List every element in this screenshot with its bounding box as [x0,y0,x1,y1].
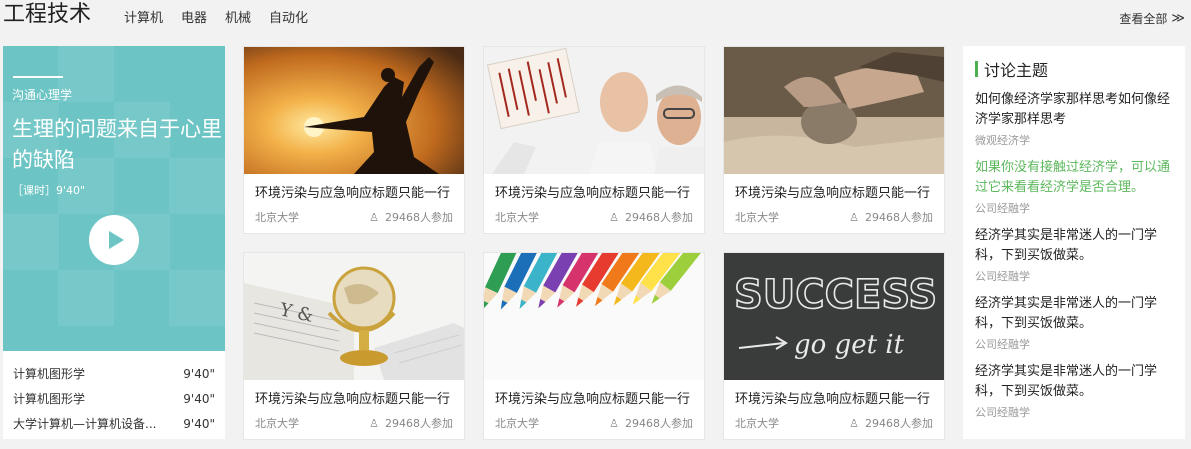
course-participants: 29468人参加 [625,211,693,224]
lesson-item[interactable]: 计算机图形学 9'40" [13,386,215,411]
featured-banner[interactable]: 沟通心理学 生理的问题来自于心里的缺陷 ［课时］9'40" [3,46,225,351]
topic-text: 如果你没有接触过经济学，可以通过它来看看经济学是否合理。 [975,160,1171,195]
lesson-item[interactable]: 计算机图形学 9'40" [13,361,215,386]
topic-tag: 微观经济学 [975,134,1030,147]
topic-tag: 公司经融学 [975,270,1030,283]
course-participants: 29468人参加 [625,417,693,430]
category-nav: 计算机 电器 机械 自动化 [124,10,308,28]
discussion-topic[interactable]: 如何像经济学家那样思考如何像经济学家那样思考 微观经济学 [975,90,1173,148]
course-school: 北京大学 [255,211,299,224]
lesson-item[interactable]: 大学计算机—计算机设备... 9'40" [13,411,215,436]
course-title: 环境污染与应急响应标题只能一行 [735,392,931,407]
course-title: 环境污染与应急响应标题只能一行 [255,186,451,201]
lesson-time: 9'40" [183,416,215,431]
user-icon: ♙ [849,210,859,224]
svg-text:go get it: go get it [794,330,905,360]
featured-course: 沟通心理学 生理的问题来自于心里的缺陷 ［课时］9'40" 计算机图形学 9'4… [3,46,225,439]
discussion-header: 讨论主题 [975,58,1173,80]
discussion-title: 讨论主题 [984,61,1049,80]
lesson-list: 计算机图形学 9'40" 计算机图形学 9'40" 大学计算机—计算机设备...… [3,351,225,436]
topic-text: 经济学其实是非常迷人的一门学科，下到买饭做菜。 [975,228,1158,263]
view-all-link[interactable]: 查看全部 ≫ [1119,10,1185,28]
featured-headline: 生理的问题来自于心里的缺陷 [12,117,222,172]
user-icon: ♙ [369,210,379,224]
discussion-panel: 讨论主题 如何像经济学家那样思考如何像经济学家那样思考 微观经济学 如果你没有接… [963,46,1185,439]
featured-category: 沟通心理学 [12,88,73,102]
user-icon: ♙ [849,416,859,430]
course-title: 环境污染与应急响应标题只能一行 [735,186,931,201]
course-thumbnail-globe: Y & [244,253,464,380]
user-icon: ♙ [609,210,619,224]
discussion-topic[interactable]: 经济学其实是非常迷人的一门学科，下到买饭做菜。 公司经融学 [975,294,1173,352]
course-title: 环境污染与应急响应标题只能一行 [495,186,691,201]
course-thumbnail-clay [724,47,944,174]
discussion-topic[interactable]: 经济学其实是非常迷人的一门学科，下到买饭做菜。 公司经融学 [975,362,1173,420]
course-card[interactable]: 环境污染与应急响应标题只能一行 北京大学 ♙ 29468人参加 [243,46,465,234]
topic-tag: 公司经融学 [975,406,1030,419]
course-participants: 29468人参加 [865,211,933,224]
course-participants: 29468人参加 [385,211,453,224]
nav-item-electrical[interactable]: 电器 [181,10,207,28]
discussion-topic[interactable]: 如果你没有接触过经济学，可以通过它来看看经济学是否合理。 公司经融学 [975,158,1173,216]
course-title: 环境污染与应急响应标题只能一行 [255,392,451,407]
nav-item-mechanical[interactable]: 机械 [225,10,251,28]
view-all-label: 查看全部 [1119,12,1168,26]
featured-duration: ［课时］9'40" [12,184,86,197]
course-participants: 29468人参加 [385,417,453,430]
course-school: 北京大学 [735,417,779,430]
course-card[interactable]: 环境污染与应急响应标题只能一行 北京大学 ♙ 29468人参加 [483,252,705,440]
lesson-name: 计算机图形学 [13,392,86,406]
lesson-name: 大学计算机—计算机设备... [13,417,157,431]
user-icon: ♙ [609,416,619,430]
course-card[interactable]: 环境污染与应急响应标题只能一行 北京大学 ♙ 29468人参加 [483,46,705,234]
lesson-time: 9'40" [183,391,215,406]
nav-item-automation[interactable]: 自动化 [269,10,308,28]
course-thumbnail-pencils [484,253,704,380]
topic-text: 经济学其实是非常迷人的一门学科，下到买饭做菜。 [975,296,1158,331]
nav-item-computer[interactable]: 计算机 [124,10,163,28]
topic-text: 经济学其实是非常迷人的一门学科，下到买饭做菜。 [975,364,1158,399]
topic-tag: 公司经融学 [975,202,1030,215]
user-icon: ♙ [369,416,379,430]
play-icon[interactable] [89,215,139,265]
accent-bar [975,61,978,77]
section-header: 工程技术 计算机 电器 机械 自动化 查看全部 ≫ [0,0,1191,38]
lesson-name: 计算机图形学 [13,367,86,381]
course-card[interactable]: 环境污染与应急响应标题只能一行 北京大学 ♙ 29468人参加 [723,46,945,234]
course-card[interactable]: SUCCESS go get it 环境污染与应急响应标题只能一行 北京大学 ♙… [723,252,945,440]
course-title: 环境污染与应急响应标题只能一行 [495,392,691,407]
course-participants: 29468人参加 [865,417,933,430]
course-school: 北京大学 [255,417,299,430]
topic-tag: 公司经融学 [975,338,1030,351]
section-title: 工程技术 [3,2,92,27]
lesson-time: 9'40" [183,366,215,381]
course-thumbnail-sunset [244,47,464,174]
category-divider [13,76,63,78]
topic-text: 如何像经济学家那样思考如何像经济学家那样思考 [975,92,1171,127]
course-school: 北京大学 [735,211,779,224]
double-chevron-right-icon: ≫ [1171,11,1185,26]
course-thumbnail-chalkboard: SUCCESS go get it [724,253,944,380]
course-school: 北京大学 [495,211,539,224]
svg-text:SUCCESS: SUCCESS [734,272,937,318]
course-school: 北京大学 [495,417,539,430]
course-card[interactable]: Y & 环境污染与应急响应标题只能一行 北京大学 ♙ 29468人参加 [243,252,465,440]
discussion-topic[interactable]: 经济学其实是非常迷人的一门学科，下到买饭做菜。 公司经融学 [975,226,1173,284]
course-thumbnail-scientists [484,47,704,174]
